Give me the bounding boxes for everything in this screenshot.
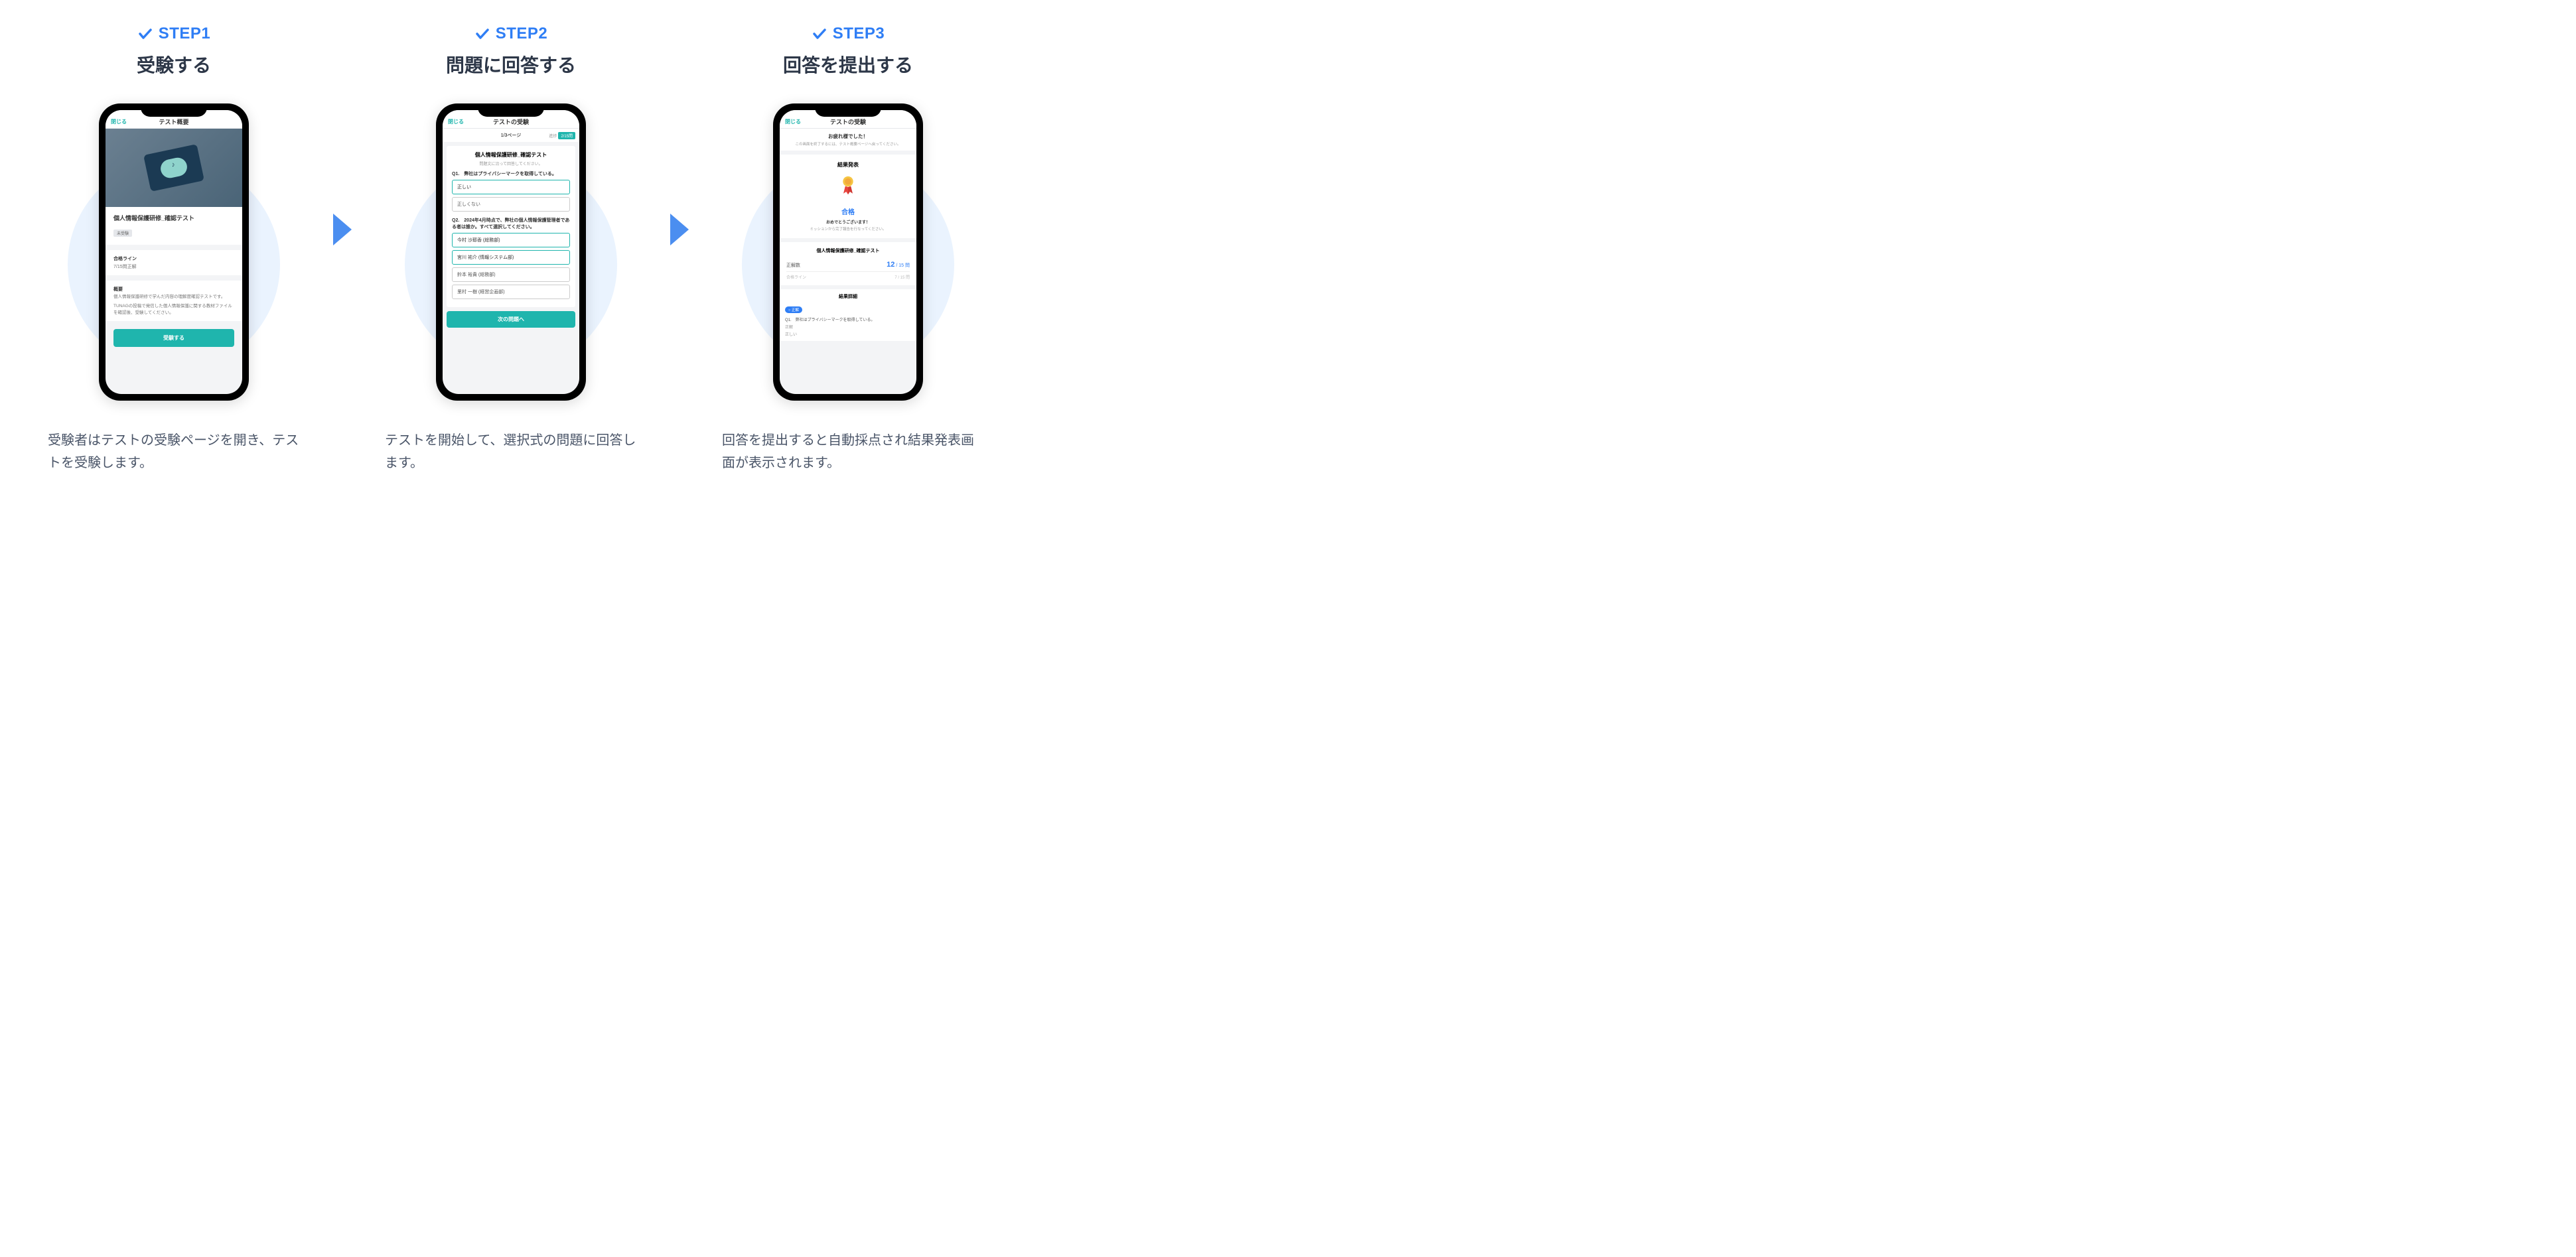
phone-notch	[815, 103, 881, 117]
screen-body: 個人情報保護研修_確認テスト 未受験 合格ライン 7/15問正解 概要 個人情報…	[106, 129, 242, 394]
step-2-column: STEP2 問題に回答する 閉じる テストの受験 1/3ページ 進捗	[385, 25, 637, 474]
passline-value: 7 / 15 問	[894, 274, 910, 280]
correct-value: 12 / 15 問	[887, 261, 910, 269]
step-2-description: テストを開始して、選択式の問題に回答します。	[385, 429, 637, 474]
step-3-number: STEP3	[833, 25, 885, 43]
screen-body: お疲れ様でした！ この画面を終了するには、テスト概要ページへ戻ってください。 結…	[780, 129, 916, 394]
progress-value: 2/15問	[558, 132, 575, 139]
check-icon	[474, 26, 490, 42]
overview-text-1: 個人情報保護研修で学んだ内容の理解度確認テストです。	[113, 294, 234, 300]
phone-mockup: 閉じる テストの受験 お疲れ様でした！ この画面を終了するには、テスト概要ページ…	[773, 103, 923, 401]
step-2-phone-area: 閉じる テストの受験 1/3ページ 進捗 2/15問 個人情報保護研修_確	[398, 96, 624, 408]
score-title: 個人情報保護研修_確認テスト	[786, 247, 910, 254]
cloud-icon	[159, 156, 189, 180]
step-1-phone-area: 閉じる テスト概要 個人情報保護研修_確認テスト 未受験	[61, 96, 287, 408]
q2-option-4[interactable]: 里村 一樹 (経営企画部)	[452, 285, 570, 299]
step-1-column: STEP1 受験する 閉じる テスト概要	[48, 25, 300, 474]
status-badge: 未受験	[113, 230, 132, 237]
detail-card: 結果詳細 ○ 正解 Q1. 弊社はプライバシーマークを取得している。 正解 正し…	[780, 289, 916, 341]
step-3-phone-area: 閉じる テストの受験 お疲れ様でした！ この画面を終了するには、テスト概要ページ…	[735, 96, 961, 408]
overview-text-2: TUNAGの投稿で発信した個人情報保護に関する教材ファイルを確認後、受験してくだ…	[113, 303, 234, 316]
passline-label: 合格ライン	[786, 274, 806, 280]
arrow-icon	[333, 214, 352, 245]
step-1-description: 受験者はテストの受験ページを開き、テストを受験します。	[48, 429, 300, 474]
step-3-description: 回答を提出すると自動採点され結果発表画面が表示されます。	[722, 429, 974, 474]
phone-screen-3: 閉じる テストの受験 お疲れ様でした！ この画面を終了するには、テスト概要ページ…	[780, 110, 916, 394]
phone-screen-1: 閉じる テスト概要 個人情報保護研修_確認テスト 未受験	[106, 110, 242, 394]
hero-image	[106, 129, 242, 207]
step-2-title: 問題に回答する	[446, 51, 576, 78]
mission-text: ミッションから完了報告を行なってください。	[785, 226, 911, 232]
step-3-title: 回答を提出する	[783, 51, 913, 78]
step-2-number: STEP2	[496, 25, 548, 43]
phone-mockup: 閉じる テスト概要 個人情報保護研修_確認テスト 未受験	[99, 103, 249, 401]
step-1-label: STEP1	[137, 25, 211, 43]
step-2-label: STEP2	[474, 25, 548, 43]
done-subtitle: この画面を終了するには、テスト概要ページへ戻ってください。	[784, 141, 912, 147]
phone-screen-2: 閉じる テストの受験 1/3ページ 進捗 2/15問 個人情報保護研修_確	[443, 110, 579, 394]
check-icon	[137, 26, 153, 42]
phone-mockup: 閉じる テストの受験 1/3ページ 進捗 2/15問 個人情報保護研修_確	[436, 103, 586, 401]
result-card: 結果発表 合格 おめでとうございます！ ミッションから完了報告を行なってください…	[780, 155, 916, 238]
detail-answer: 正しい	[785, 331, 911, 337]
close-button[interactable]: 閉じる	[111, 118, 127, 125]
correct-badge: ○ 正解	[785, 306, 802, 313]
close-button[interactable]: 閉じる	[448, 118, 464, 125]
header-title: テストの受験	[493, 117, 529, 126]
passline-value: 7/15問正解	[113, 263, 234, 270]
header-title: テストの受験	[830, 117, 866, 126]
steps-diagram: STEP1 受験する 閉じる テスト概要	[0, 0, 1022, 499]
correct-label: 正解数	[786, 262, 800, 269]
overview-section: 個人情報保護研修_確認テスト 未受験	[106, 207, 242, 245]
q2-option-2[interactable]: 宮川 祐介 (情報システム部)	[452, 250, 570, 265]
question-2: Q2. 2024年4月時点で、弊社の個人情報保護管理者である者は誰か。すべて選択…	[452, 217, 570, 230]
next-button[interactable]: 次の問題へ	[447, 311, 575, 328]
q2-option-3[interactable]: 鈴本 裕貴 (総務部)	[452, 267, 570, 282]
result-header: 結果発表	[785, 161, 911, 168]
passline-section: 合格ライン 7/15問正解	[106, 250, 242, 275]
header-title: テスト概要	[159, 117, 188, 126]
question-1: Q1. 弊社はプライバシーマークを取得している。	[452, 170, 570, 177]
detail-answer-label: 正解	[785, 324, 911, 330]
tablet-illustration	[143, 144, 204, 192]
passline-row: 合格ライン 7 / 15 問	[786, 272, 910, 280]
take-test-button[interactable]: 受験する	[113, 329, 234, 347]
detail-header: 結果詳細	[785, 293, 911, 300]
step-3-label: STEP3	[812, 25, 885, 43]
q2-option-1[interactable]: 今村 沙耶香 (総務部)	[452, 233, 570, 247]
progress-label: 進捗	[549, 133, 557, 139]
page-indicator: 1/3ページ	[501, 132, 522, 139]
test-title: 個人情報保護研修_確認テスト	[452, 151, 570, 159]
detail-question: Q1. 弊社はプライバシーマークを取得している。	[785, 316, 911, 322]
progress-badge: 進捗 2/15問	[549, 132, 575, 139]
q1-option-2[interactable]: 正しくない	[452, 197, 570, 212]
overview-label: 概要	[113, 286, 234, 293]
phone-notch	[478, 103, 544, 117]
close-button[interactable]: 閉じる	[785, 118, 801, 125]
done-title: お疲れ様でした！	[784, 133, 912, 140]
overview-text-section: 概要 個人情報保護研修で学んだ内容の理解度確認テストです。 TUNAGの投稿で発…	[106, 281, 242, 321]
question-card: 個人情報保護研修_確認テスト 問題文に沿って回答してください。 Q1. 弊社はプ…	[447, 146, 575, 307]
phone-notch	[141, 103, 207, 117]
congrats-text: おめでとうございます！	[785, 219, 911, 225]
progress-row: 1/3ページ 進捗 2/15問	[443, 129, 579, 142]
screen-body: 1/3ページ 進捗 2/15問 個人情報保護研修_確認テスト 問題文に沿って回答…	[443, 129, 579, 394]
done-message: お疲れ様でした！ この画面を終了するには、テスト概要ページへ戻ってください。	[780, 129, 916, 151]
q1-option-1[interactable]: 正しい	[452, 180, 570, 194]
score-card: 個人情報保護研修_確認テスト 正解数 12 / 15 問 合格ライン 7 / 1…	[780, 242, 916, 285]
test-subtitle: 問題文に沿って回答してください。	[452, 161, 570, 166]
check-icon	[812, 26, 827, 42]
arrow-icon	[670, 214, 689, 245]
step-1-title: 受験する	[137, 51, 211, 78]
score-row: 正解数 12 / 15 問	[786, 258, 910, 272]
test-title: 個人情報保護研修_確認テスト	[113, 214, 234, 222]
medal-icon	[839, 174, 857, 200]
step-3-column: STEP3 回答を提出する 閉じる テストの受験 お疲れ様でした！ この画面を終…	[722, 25, 974, 474]
step-1-number: STEP1	[159, 25, 211, 43]
passline-label: 合格ライン	[113, 255, 234, 262]
pass-result: 合格	[785, 206, 911, 216]
